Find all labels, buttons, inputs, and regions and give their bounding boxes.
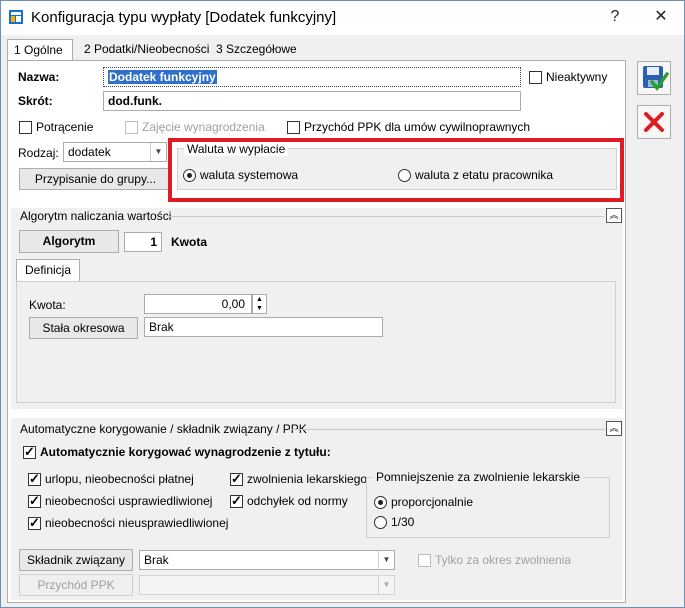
help-button[interactable]: ? — [603, 7, 627, 27]
reduction-group-title: Pomniejszenie za zwolnienie lekarskie — [373, 470, 584, 484]
type-label: Rodzaj: — [18, 146, 59, 160]
assign-group-button[interactable]: Przypisanie do grupy... — [19, 168, 172, 190]
opt-sick-checkbox[interactable] — [230, 471, 243, 487]
linked-component-select[interactable]: Brak ▼ — [139, 550, 395, 570]
window-title: Konfiguracja typu wypłaty [Dodatek funkc… — [31, 9, 337, 26]
opt-justified-label: nieobecności usprawiedliwionej — [45, 494, 213, 508]
ppk-income-label: Przychód PPK dla umów cywilnoprawnych — [304, 120, 531, 134]
deduction-label: Potrącenie — [36, 120, 94, 134]
amount-label: Kwota: — [29, 298, 66, 312]
algorithm-button[interactable]: Algorytm — [19, 230, 119, 253]
inactive-label: Nieaktywny — [546, 70, 608, 84]
auto-correct-label: Automatycznie korygować wynagrodzenie z … — [40, 445, 331, 459]
tab-definition-label: Definicja — [24, 263, 72, 277]
tab-details-label: 3 Szczegółowe — [216, 42, 297, 56]
reduction-1-30-radio[interactable] — [374, 516, 387, 529]
reduction-proportional-label: proporcjonalnie — [391, 495, 474, 509]
chevron-down-icon[interactable]: ▼ — [150, 143, 166, 161]
chevron-down-icon[interactable]: ▼ — [378, 576, 394, 594]
opt-unjustified-label: nieobecności nieusprawiedliwionej — [45, 516, 229, 530]
opt-sick-label: zwolnienia lekarskiego — [247, 472, 368, 486]
seizure-checkbox[interactable] — [125, 121, 138, 134]
auto-divider — [289, 429, 605, 430]
opt-unjustified-checkbox[interactable] — [28, 515, 41, 531]
highlight-frame — [168, 138, 624, 202]
tab-details[interactable]: 3 Szczegółowe — [210, 39, 303, 61]
deduction-checkbox[interactable] — [19, 121, 32, 134]
opt-leave-checkbox[interactable] — [28, 471, 41, 487]
save-button[interactable] — [637, 61, 671, 95]
linked-component-button[interactable]: Składnik związany — [19, 549, 133, 571]
auto-section-title: Automatyczne korygowanie / składnik zwią… — [20, 422, 307, 436]
opt-justified-checkbox[interactable] — [28, 493, 41, 509]
name-label: Nazwa: — [18, 70, 60, 84]
close-button[interactable]: ✕ — [649, 7, 673, 27]
algorithm-number[interactable]: 1 — [124, 232, 162, 252]
linked-component-value: Brak — [144, 553, 169, 567]
name-input[interactable]: Dodatek funkcyjny — [103, 67, 521, 87]
short-input[interactable]: dod.funk. — [103, 91, 521, 111]
cancel-x-icon — [644, 112, 664, 132]
algorithm-divider — [168, 216, 604, 217]
type-value: dodatek — [68, 145, 111, 159]
amount-input[interactable]: 0,00 — [144, 294, 252, 314]
opt-deviation-label: odchyłek od normy — [247, 494, 348, 508]
tab-general-label: 1 Ogólne — [14, 43, 63, 57]
collapse-up-icon[interactable]: ︽ — [606, 421, 622, 436]
tab-taxes-absences[interactable]: 2 Podatki/Nieobecności — [78, 39, 215, 61]
opt-deviation-checkbox[interactable] — [230, 493, 243, 509]
name-value: Dodatek funkcyjny — [108, 70, 217, 84]
titlebar: Konfiguracja typu wypłaty [Dodatek funkc… — [1, 1, 684, 35]
inactive-checkbox[interactable] — [529, 71, 542, 84]
auto-correct-checkbox[interactable] — [23, 444, 36, 460]
short-label: Skrót: — [18, 94, 53, 108]
ppk-income-button[interactable]: Przychód PPK — [19, 574, 133, 596]
const-period-button[interactable]: Stała okresowa — [29, 317, 138, 339]
tab-definition[interactable]: Definicja — [16, 259, 80, 282]
amount-spinner[interactable]: ▲ ▼ — [252, 294, 267, 314]
algorithm-name: Kwota — [171, 235, 207, 249]
const-period-input[interactable]: Brak — [144, 317, 383, 337]
seizure-label: Zajęcie wynagrodzenia — [142, 120, 265, 134]
algorithm-section-title: Algorytm naliczania wartości — [20, 209, 172, 223]
only-period-label: Tylko za okres zwolnienia — [435, 553, 572, 567]
tab-taxes-label: 2 Podatki/Nieobecności — [84, 42, 210, 56]
ppk-income-checkbox[interactable] — [287, 121, 300, 134]
save-disk-icon — [643, 66, 669, 91]
cancel-button[interactable] — [637, 105, 671, 139]
only-period-checkbox[interactable] — [418, 554, 431, 567]
app-icon — [9, 10, 23, 24]
dialog-window: Konfiguracja typu wypłaty [Dodatek funkc… — [0, 0, 685, 608]
ppk-income-select[interactable]: ▼ — [139, 575, 395, 595]
tab-general[interactable]: 1 Ogólne — [7, 39, 73, 61]
definition-panel — [16, 281, 616, 403]
type-select[interactable]: dodatek ▼ — [63, 142, 167, 162]
chevron-down-icon[interactable]: ▼ — [378, 551, 394, 569]
reduction-proportional-radio[interactable] — [374, 496, 387, 509]
opt-leave-label: urlopu, nieobecności płatnej — [45, 472, 194, 486]
collapse-up-icon[interactable]: ︽ — [606, 208, 622, 223]
reduction-1-30-label: 1/30 — [391, 515, 415, 529]
